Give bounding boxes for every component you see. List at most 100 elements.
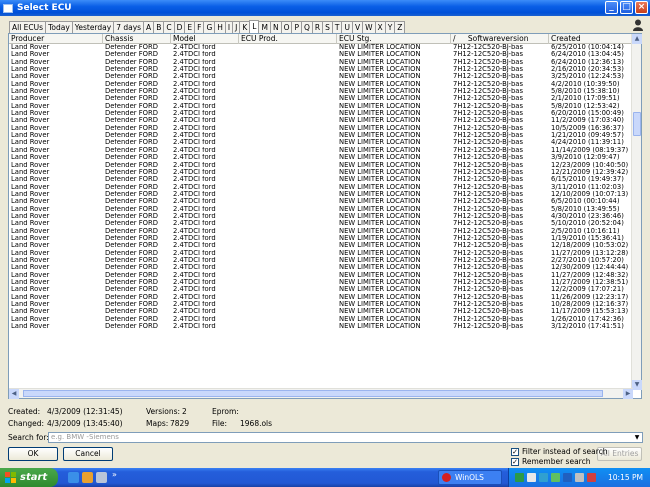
column-producer[interactable]: Producer bbox=[9, 34, 103, 44]
tab-z[interactable]: Z bbox=[394, 21, 406, 33]
table-row[interactable]: Land Rover Defender FORD 2.4TDCI ford NEW L… bbox=[9, 81, 633, 88]
tab-all-ecus[interactable]: All ECUs bbox=[9, 21, 47, 33]
start-button[interactable]: start bbox=[0, 468, 58, 487]
table-row[interactable]: Land Rover Defender FORD 2.4TDCI ford NEW L… bbox=[9, 125, 633, 132]
table-row[interactable]: Land Rover Defender FORD 2.4TDCI ford NEW L… bbox=[9, 323, 633, 330]
cell-chassis: Defender FORD bbox=[105, 315, 158, 323]
column-ecu-stg[interactable]: ECU Stg. bbox=[337, 34, 451, 44]
table-row[interactable]: Land Rover Defender FORD 2.4TDCI ford NEW L… bbox=[9, 286, 633, 293]
table-row[interactable]: Land Rover Defender FORD 2.4TDCI ford NEW L… bbox=[9, 176, 633, 183]
media-icon[interactable] bbox=[82, 472, 93, 483]
cell-model: 2.4TDCI ford bbox=[173, 323, 216, 331]
table-row[interactable]: Land Rover Defender FORD 2.4TDCI ford NEW L… bbox=[9, 316, 633, 323]
horizontal-scroll-thumb[interactable] bbox=[23, 390, 603, 397]
table-row[interactable]: Land Rover Defender FORD 2.4TDCI ford NEW L… bbox=[9, 235, 633, 242]
table-row[interactable]: Land Rover Defender FORD 2.4TDCI ford NEW L… bbox=[9, 301, 633, 308]
tray-security-icon[interactable] bbox=[551, 473, 560, 482]
cell-software: 7H12-12C520-BJ-bas bbox=[453, 88, 524, 96]
cell-model: 2.4TDCI ford bbox=[173, 249, 216, 257]
filter-checkbox[interactable]: ✓ bbox=[511, 448, 519, 456]
table-row[interactable]: Land Rover Defender FORD 2.4TDCI ford NEW L… bbox=[9, 184, 633, 191]
column-ecu-prod[interactable]: ECU Prod. bbox=[239, 34, 337, 44]
table-row[interactable]: Land Rover Defender FORD 2.4TDCI ford NEW L… bbox=[9, 103, 633, 110]
close-button[interactable]: × bbox=[635, 1, 648, 14]
cell-chassis: Defender FORD bbox=[105, 271, 158, 279]
table-row[interactable]: Land Rover Defender FORD 2.4TDCI ford NEW L… bbox=[9, 110, 633, 117]
table-row[interactable]: Land Rover Defender FORD 2.4TDCI ford NEW L… bbox=[9, 228, 633, 235]
quicklaunch-icon[interactable] bbox=[96, 472, 107, 483]
table-row[interactable]: Land Rover Defender FORD 2.4TDCI ford NEW L… bbox=[9, 51, 633, 58]
tray-monitor-icon[interactable] bbox=[575, 473, 584, 482]
table-row[interactable]: Land Rover Defender FORD 2.4TDCI ford NEW L… bbox=[9, 169, 633, 176]
table-row[interactable]: Land Rover Defender FORD 2.4TDCI ford NEW L… bbox=[9, 44, 633, 51]
tray-app-icon[interactable] bbox=[539, 473, 548, 482]
scroll-down-icon[interactable]: ▼ bbox=[632, 380, 642, 390]
table-row[interactable]: Land Rover Defender FORD 2.4TDCI ford NEW L… bbox=[9, 95, 633, 102]
cell-ecu-prod bbox=[239, 228, 337, 235]
table-row[interactable]: Land Rover Defender FORD 2.4TDCI ford NEW L… bbox=[9, 213, 633, 220]
cell-software: 7H12-12C520-BJ-bas bbox=[453, 198, 524, 206]
vertical-scroll-thumb[interactable] bbox=[633, 112, 641, 136]
window-titlebar[interactable]: Select ECU _ □ × bbox=[0, 0, 650, 16]
quicklaunch-more-icon[interactable]: » bbox=[112, 470, 117, 479]
table-row[interactable]: Land Rover Defender FORD 2.4TDCI ford NEW L… bbox=[9, 220, 633, 227]
scroll-left-icon[interactable]: ◀ bbox=[9, 389, 19, 399]
table-row[interactable]: Land Rover Defender FORD 2.4TDCI ford NEW L… bbox=[9, 308, 633, 315]
tray-network-icon[interactable] bbox=[515, 473, 524, 482]
file-label: File: bbox=[212, 419, 228, 428]
column-created[interactable]: Created bbox=[549, 34, 633, 44]
table-row[interactable]: Land Rover Defender FORD 2.4TDCI ford NEW L… bbox=[9, 66, 633, 73]
cell-ecu-prod bbox=[239, 301, 337, 308]
remember-checkbox[interactable]: ✓ bbox=[511, 458, 519, 466]
cell-ecu-stg: NEW LIMITER LOCATION bbox=[339, 176, 421, 184]
tray-bluetooth-icon[interactable] bbox=[563, 473, 572, 482]
table-row[interactable]: Land Rover Defender FORD 2.4TDCI ford NEW L… bbox=[9, 279, 633, 286]
tab-w[interactable]: W bbox=[362, 21, 376, 33]
horizontal-scrollbar[interactable]: ◀ ▶ bbox=[9, 388, 633, 399]
tab-today[interactable]: Today bbox=[45, 21, 73, 33]
column-label: Softwareversion bbox=[467, 34, 529, 43]
table-row[interactable]: Land Rover Defender FORD 2.4TDCI ford NEW L… bbox=[9, 250, 633, 257]
column-softwareversion[interactable]: / Softwareversion bbox=[451, 34, 549, 44]
cell-ecu-stg: NEW LIMITER LOCATION bbox=[339, 234, 421, 242]
vertical-scrollbar[interactable]: ▲ ▼ bbox=[631, 34, 642, 390]
table-row[interactable]: Land Rover Defender FORD 2.4TDCI ford NEW L… bbox=[9, 59, 633, 66]
table-row[interactable]: Land Rover Defender FORD 2.4TDCI ford NEW L… bbox=[9, 88, 633, 95]
table-row[interactable]: Land Rover Defender FORD 2.4TDCI ford NEW L… bbox=[9, 73, 633, 80]
minimize-button[interactable]: _ bbox=[605, 1, 618, 14]
cell-ecu-prod bbox=[239, 250, 337, 257]
cell-model: 2.4TDCI ford bbox=[173, 124, 216, 132]
tray-alert-icon[interactable] bbox=[587, 473, 596, 482]
table-row[interactable]: Land Rover Defender FORD 2.4TDCI ford NEW L… bbox=[9, 272, 633, 279]
taskbar-item-winols[interactable]: WinOLS bbox=[438, 470, 502, 485]
ie-icon[interactable] bbox=[68, 472, 79, 483]
table-row[interactable]: Land Rover Defender FORD 2.4TDCI ford NEW L… bbox=[9, 147, 633, 154]
table-row[interactable]: Land Rover Defender FORD 2.4TDCI ford NEW L… bbox=[9, 294, 633, 301]
cell-ecu-prod bbox=[239, 169, 337, 176]
table-row[interactable]: Land Rover Defender FORD 2.4TDCI ford NEW L… bbox=[9, 139, 633, 146]
search-input[interactable]: e.g. BMW -Siemens ▼ bbox=[48, 432, 643, 443]
column-chassis[interactable]: Chassis bbox=[103, 34, 171, 44]
table-row[interactable]: Land Rover Defender FORD 2.4TDCI ford NEW L… bbox=[9, 117, 633, 124]
dropdown-arrow-icon[interactable]: ▼ bbox=[632, 433, 642, 442]
scroll-up-icon[interactable]: ▲ bbox=[632, 34, 642, 44]
cancel-button[interactable]: Cancel bbox=[63, 447, 113, 461]
ok-button[interactable]: OK bbox=[8, 447, 58, 461]
tab-yesterday[interactable]: Yesterday bbox=[71, 21, 115, 33]
column-model[interactable]: Model bbox=[171, 34, 239, 44]
cell-ecu-stg: NEW LIMITER LOCATION bbox=[339, 80, 421, 88]
table-row[interactable]: Land Rover Defender FORD 2.4TDCI ford NEW L… bbox=[9, 191, 633, 198]
table-row[interactable]: Land Rover Defender FORD 2.4TDCI ford NEW L… bbox=[9, 154, 633, 161]
table-row[interactable]: Land Rover Defender FORD 2.4TDCI ford NEW L… bbox=[9, 198, 633, 205]
table-row[interactable]: Land Rover Defender FORD 2.4TDCI ford NEW L… bbox=[9, 206, 633, 213]
table-row[interactable]: Land Rover Defender FORD 2.4TDCI ford NEW L… bbox=[9, 162, 633, 169]
user-icon[interactable] bbox=[631, 18, 645, 32]
tab-7-days[interactable]: 7 days bbox=[113, 21, 145, 33]
table-row[interactable]: Land Rover Defender FORD 2.4TDCI ford NEW L… bbox=[9, 132, 633, 139]
tray-volume-icon[interactable] bbox=[527, 473, 536, 482]
table-row[interactable]: Land Rover Defender FORD 2.4TDCI ford NEW L… bbox=[9, 257, 633, 264]
maximize-button[interactable]: □ bbox=[620, 1, 633, 14]
scroll-right-icon[interactable]: ▶ bbox=[623, 389, 633, 399]
table-row[interactable]: Land Rover Defender FORD 2.4TDCI ford NEW L… bbox=[9, 264, 633, 271]
table-row[interactable]: Land Rover Defender FORD 2.4TDCI ford NEW L… bbox=[9, 242, 633, 249]
